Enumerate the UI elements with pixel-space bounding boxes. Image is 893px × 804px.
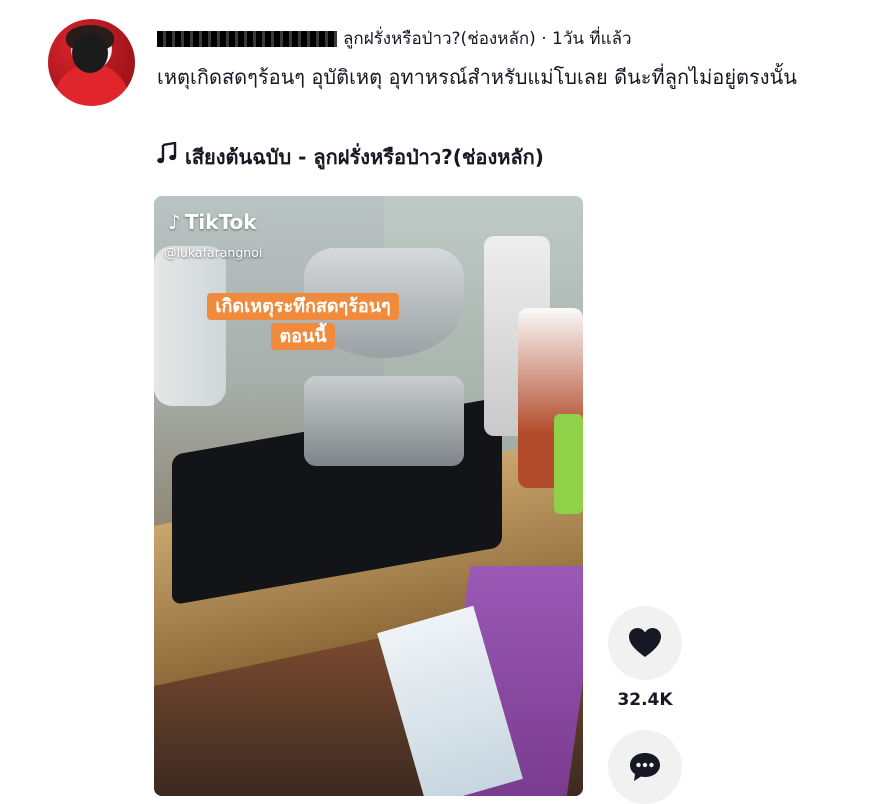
header-separator: · <box>535 29 553 49</box>
tiktok-watermark-handle: @lukafarangnoi <box>164 245 263 260</box>
post-time: 1วัน ที่แล้ว <box>552 29 632 49</box>
music-link[interactable]: เสียงต้นฉบับ - ลูกฝรั่งหรือป่าว?(ช่องหลั… <box>157 141 544 172</box>
post-caption: เหตุเกิดสดๆร้อนๆ อุบัติเหตุ อุทาหรณ์สำหร… <box>157 65 797 89</box>
tiktok-brand-text: TikTok <box>184 210 257 234</box>
music-note-icon-svg <box>157 141 177 164</box>
author-channel-name[interactable]: ลูกฝรั่งหรือป่าว?(ช่องหลัก) <box>343 29 536 49</box>
overlay-line-1: เกิดเหตุระทึกสดๆร้อนๆ <box>207 293 399 320</box>
heart-icon <box>629 628 661 657</box>
avatar-face <box>72 33 108 73</box>
video-scene-pot-base <box>304 376 464 466</box>
author-username[interactable]: lukafarangnoi <box>157 31 337 47</box>
video-scene-green-container <box>554 414 583 514</box>
music-label[interactable]: เสียงต้นฉบับ - ลูกฝรั่งหรือป่าว?(ช่องหลั… <box>185 145 544 169</box>
like-button[interactable] <box>608 606 682 680</box>
music-note-icon <box>157 141 179 172</box>
tiktok-watermark: ♪ TikTok <box>168 210 257 234</box>
like-count: 32.4K <box>617 690 673 710</box>
post-header: lukafarangnoi ลูกฝรั่งหรือป่าว?(ช่องหลัก)… <box>157 26 632 52</box>
video-overlay-text: เกิดเหตุระทึกสดๆร้อนๆ ตอนนี้ <box>198 292 408 352</box>
author-avatar[interactable] <box>48 19 135 106</box>
comment-icon <box>630 753 660 781</box>
comment-button[interactable] <box>608 730 682 804</box>
video-player[interactable]: ♪ TikTok @lukafarangnoi เกิดเหตุระทึกสดๆร… <box>154 196 583 796</box>
overlay-line-2: ตอนนี้ <box>271 323 335 350</box>
tiktok-logo-icon: ♪ <box>168 210 181 234</box>
